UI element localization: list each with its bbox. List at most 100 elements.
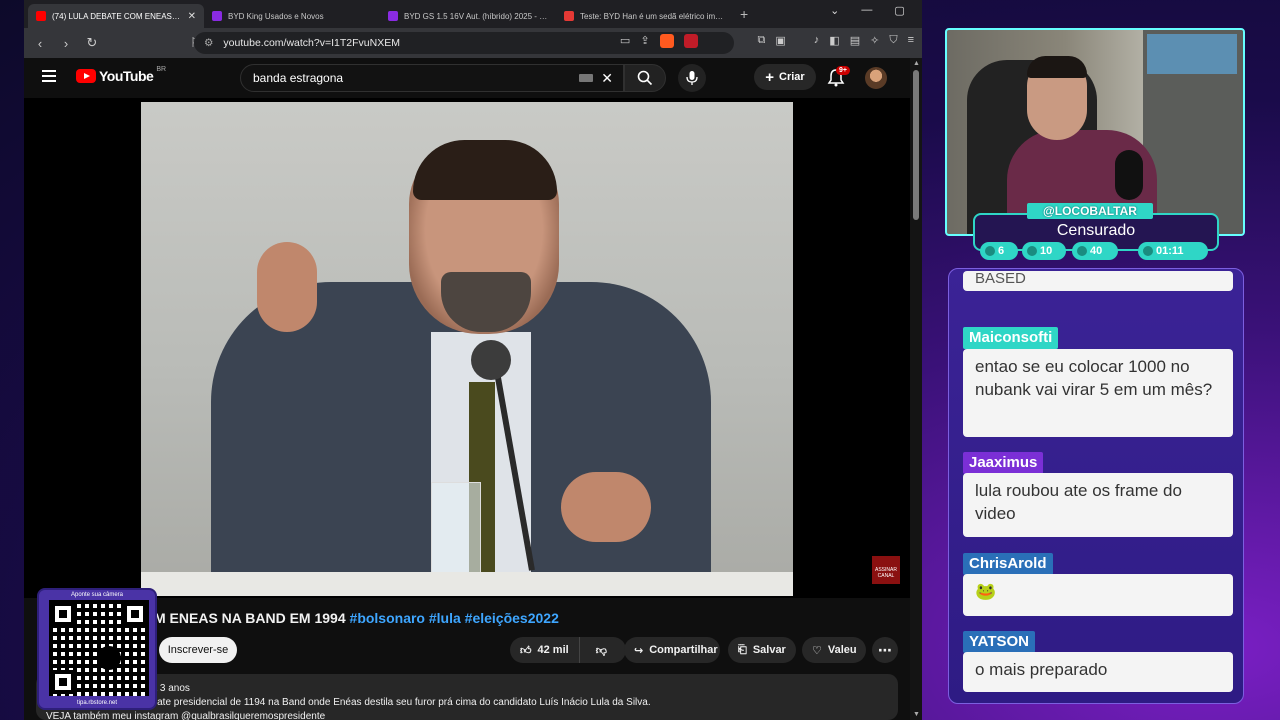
qr-code-icon — [49, 600, 149, 696]
like-count: 42 mil — [537, 644, 569, 656]
account-avatar[interactable] — [865, 67, 887, 89]
chat-panel: BASED Maiconsofti entao se eu colocar 10… — [948, 268, 1244, 704]
uptime-value: 01:11 — [1156, 245, 1184, 257]
keyboard-icon[interactable] — [579, 74, 593, 82]
subscribe-watermark[interactable]: ASSINAR CANAL — [872, 556, 900, 584]
tab-byd-king[interactable]: BYD King Usados e Novos — [204, 4, 380, 28]
tab-label: BYD King Usados e Novos — [228, 11, 324, 21]
youtube-icon — [1027, 246, 1037, 256]
video-frame — [141, 102, 793, 596]
voice-search-button[interactable] — [678, 64, 706, 92]
qr-finder — [51, 602, 75, 626]
scrollbar-thumb[interactable] — [913, 70, 919, 220]
sidebar-icon[interactable]: ◧ — [829, 34, 839, 48]
qr-code-widget: Aponte sua câmera tipa.rbstore.net — [37, 588, 157, 710]
site-favicon-icon — [564, 11, 574, 21]
search-value: banda estragona — [253, 71, 344, 85]
page-scrollbar[interactable]: ▲ ▼ — [910, 58, 922, 720]
tab-label: BYD GS 1.5 16V Aut. (híbrido) 2025 - 145… — [404, 11, 548, 21]
chat-username: ChrisArold — [963, 553, 1053, 575]
streamer-handle: @LOCOBALTAR — [1027, 203, 1153, 219]
title-text: M ENEAS NA BAND EM 1994 — [154, 610, 346, 626]
scroll-up-icon[interactable]: ▲ — [913, 60, 920, 67]
speaker-hand-left — [257, 242, 317, 332]
close-tab-icon[interactable]: ✕ — [188, 11, 196, 22]
thanks-button[interactable]: ♡ Valeu — [802, 637, 866, 663]
search-icon — [637, 70, 653, 86]
desk — [141, 572, 793, 596]
qr-finder — [123, 602, 147, 626]
brave-shield-icon[interactable] — [659, 34, 674, 48]
thumbs-up-icon: 👍︎ — [520, 644, 532, 657]
cast-icon[interactable]: ▭ — [620, 34, 630, 48]
thanks-label: Valeu — [827, 644, 857, 656]
hamburger-menu-icon[interactable] — [42, 70, 56, 82]
tab-byd-han[interactable]: Teste: BYD Han é um sedã elétrico impone… — [556, 4, 732, 28]
youtube-favicon-icon — [36, 11, 46, 21]
video-player[interactable]: ASSINAR CANAL — [24, 98, 910, 598]
minimize-icon[interactable]: — — [861, 4, 872, 17]
new-tab-icon[interactable]: + — [740, 6, 748, 22]
search-button[interactable] — [624, 64, 666, 92]
title-hashtags[interactable]: #bolsonaro #lula #eleições2022 — [350, 610, 559, 626]
stream-status: Censurado — [1056, 222, 1136, 239]
description-text: ebate presidencial de 1194 na Band onde … — [146, 697, 651, 708]
music-icon[interactable]: ♪ — [814, 34, 820, 48]
reload-icon[interactable]: ↻ — [84, 35, 100, 51]
share-icon[interactable]: ⇪ — [640, 34, 649, 48]
browser-window: (74) LULA DEBATE COM ENEAS NA ✕ BYD King… — [24, 0, 922, 720]
forward-icon[interactable]: › — [58, 36, 74, 51]
url-text: youtube.com/watch?v=I1T2FvuNXEM — [223, 37, 400, 49]
background-screen — [1147, 34, 1237, 74]
speaker-hand-right — [561, 472, 651, 542]
extensions-icon[interactable]: ⧉ — [758, 34, 766, 48]
search-input[interactable]: banda estragona ✕ — [240, 64, 624, 92]
chat-username: Jaaximus — [963, 452, 1044, 474]
streamer-microphone — [1115, 150, 1143, 200]
video-title: M ENEAS NA BAND EM 1994 #bolsonaro #lula… — [154, 610, 559, 626]
vpn-shield-icon[interactable]: ⛉ — [889, 34, 897, 48]
qr-finder — [51, 670, 75, 694]
super-thanks-icon: ♡ — [812, 644, 822, 657]
tab-byd-gs[interactable]: BYD GS 1.5 16V Aut. (híbrido) 2025 - 145… — [380, 4, 556, 28]
more-dots-icon: ⋯ — [878, 641, 892, 658]
maximize-icon[interactable]: ▢ — [894, 4, 904, 17]
share-arrow-icon: ↪ — [634, 644, 644, 657]
chat-message: entao se eu colocar 1000 no nubank vai v… — [963, 349, 1233, 437]
youtube-play-icon — [76, 69, 96, 83]
count-value: 40 — [1090, 245, 1103, 257]
thumbs-down-icon: 👎︎ — [595, 644, 607, 657]
save-label: Salvar — [752, 644, 786, 656]
create-label: Criar — [779, 71, 805, 83]
site-favicon-icon — [388, 11, 398, 21]
qr-logo-icon — [97, 646, 121, 670]
toolbar-extensions: ▭ ⇪ ⧉ ▣ ♪ ◧ ▤ ✧ ⛉ ≡ — [620, 34, 914, 48]
menu-icon[interactable]: ≡ — [908, 34, 914, 48]
country-code: BR — [156, 66, 167, 73]
share-button[interactable]: ↪ Compartilhar — [624, 637, 720, 663]
stream-uptime: 01:11 — [1138, 242, 1208, 260]
save-button[interactable]: ⎗ Salvar — [728, 637, 796, 663]
site-info-icon[interactable]: ⚙ — [204, 37, 213, 49]
tab-youtube[interactable]: (74) LULA DEBATE COM ENEAS NA ✕ — [28, 4, 204, 28]
leo-ai-icon[interactable]: ✧ — [870, 34, 879, 48]
description-text-line2: VEJA também meu instagram @qualbrasilque… — [46, 711, 326, 720]
brave-rewards-icon[interactable] — [683, 34, 698, 48]
back-icon[interactable]: ‹ — [32, 36, 48, 51]
chevron-down-icon[interactable]: ⌄ — [830, 4, 839, 17]
more-actions-button[interactable]: ⋯ — [872, 637, 898, 663]
clear-search-icon[interactable]: ✕ — [601, 70, 613, 87]
youtube-logo[interactable]: YouTube BR — [76, 66, 167, 84]
wallet-icon[interactable]: ▤ — [850, 34, 860, 48]
subscribe-button[interactable]: Inscrever-se — [159, 637, 237, 663]
scroll-down-icon[interactable]: ▼ — [913, 711, 920, 718]
create-button[interactable]: + Criar — [754, 64, 816, 90]
twitch-viewer-count: 6 — [980, 242, 1018, 260]
screenshot-icon[interactable]: ▣ — [775, 34, 785, 48]
like-button[interactable]: 👍︎ 42 mil — [510, 637, 580, 663]
youtube-viewer-count: 10 — [1022, 242, 1066, 260]
site-favicon-icon — [212, 11, 222, 21]
dislike-button[interactable]: 👎︎ — [586, 637, 617, 663]
twitch-icon — [985, 246, 995, 256]
clock-icon — [1143, 246, 1153, 256]
